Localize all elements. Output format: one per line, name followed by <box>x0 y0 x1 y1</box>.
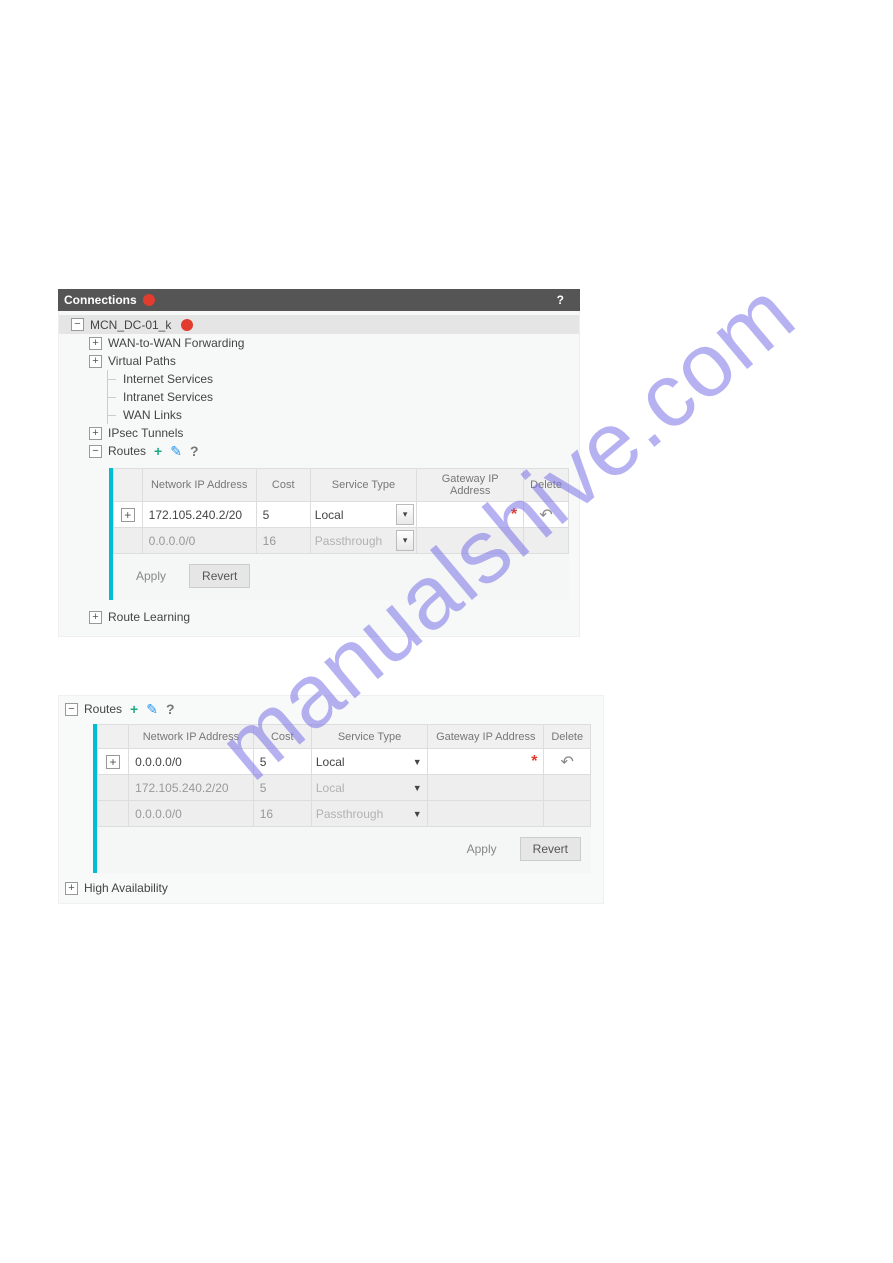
tree-branch-icon <box>107 406 119 424</box>
expand-icon[interactable] <box>89 427 102 440</box>
routes-table-wrap: Network IP Address Cost Service Type Gat… <box>93 724 591 873</box>
tree-item-virtual-paths[interactable]: Virtual Paths <box>59 352 579 370</box>
col-expand <box>98 725 129 749</box>
service-type-select: Local <box>312 775 427 800</box>
col-stype: Service Type <box>311 725 427 749</box>
table-row: Passthrough▼ <box>98 801 591 827</box>
tree-label: Virtual Paths <box>108 354 176 368</box>
required-icon: * <box>511 506 523 524</box>
required-icon: * <box>531 753 543 771</box>
collapse-icon[interactable] <box>89 445 102 458</box>
tree-item-internet-services[interactable]: Internet Services <box>59 370 579 388</box>
site-name: MCN_DC-01_k <box>90 318 171 332</box>
col-cost: Cost <box>256 469 310 502</box>
revert-button[interactable]: Revert <box>189 564 250 588</box>
tree-branch-icon <box>107 370 119 388</box>
tree-body: MCN_DC-01_k WAN-to-WAN Forwarding Virtua… <box>58 311 580 637</box>
col-stype: Service Type <box>310 469 416 502</box>
col-ip: Network IP Address <box>129 725 254 749</box>
button-row: Apply Revert <box>97 827 591 861</box>
site-row[interactable]: MCN_DC-01_k <box>59 315 579 334</box>
help-icon[interactable]: ? <box>190 443 199 459</box>
chevron-down-icon: ▼ <box>411 801 423 826</box>
add-icon[interactable]: + <box>154 443 162 459</box>
expand-icon[interactable] <box>65 882 78 895</box>
tree-item-wan-links[interactable]: WAN Links <box>59 406 579 424</box>
tree-label: WAN Links <box>123 408 182 422</box>
table-row: + Local▾ * ↶ <box>114 502 569 528</box>
pencil-icon[interactable]: ✎ <box>170 443 182 460</box>
tree-item-wan-forwarding[interactable]: WAN-to-WAN Forwarding <box>59 334 579 352</box>
panel-title: Connections <box>64 293 137 307</box>
col-del: Delete <box>524 469 569 502</box>
tree-item-routes[interactable]: Routes + ✎ ? <box>59 442 579 460</box>
chevron-down-icon: ▾ <box>396 530 414 551</box>
cost-input[interactable] <box>254 749 311 774</box>
cost-input[interactable] <box>257 502 310 527</box>
col-gw: Gateway IP Address <box>428 725 544 749</box>
expand-icon[interactable] <box>89 611 102 624</box>
tree-label: WAN-to-WAN Forwarding <box>108 336 244 350</box>
tree-label: Route Learning <box>108 610 190 624</box>
tree-item-high-availability[interactable]: High Availability <box>59 879 603 897</box>
col-cost: Cost <box>253 725 311 749</box>
col-gw: Gateway IP Address <box>417 469 524 502</box>
table-row: Passthrough▾ <box>114 528 569 554</box>
tree-item-routes[interactable]: Routes + ✎ ? <box>59 700 603 718</box>
alert-icon <box>181 319 193 331</box>
routes-table-wrap: Network IP Address Cost Service Type Gat… <box>109 468 569 600</box>
table-row: + Local▼ * ↶ <box>98 749 591 775</box>
add-icon[interactable]: + <box>130 701 138 717</box>
tree-label: Internet Services <box>123 372 213 386</box>
button-row: Apply Revert <box>113 554 569 588</box>
cost-input <box>254 801 311 826</box>
help-icon[interactable]: ? <box>557 293 564 307</box>
ip-input <box>143 528 256 553</box>
expand-icon[interactable] <box>89 355 102 368</box>
routes-table: Network IP Address Cost Service Type Gat… <box>97 724 591 827</box>
tree-label: IPsec Tunnels <box>108 426 183 440</box>
pencil-icon[interactable]: ✎ <box>146 701 158 718</box>
table-row: Local▼ <box>98 775 591 801</box>
expand-icon[interactable] <box>89 337 102 350</box>
tree-label: Routes <box>108 444 146 458</box>
tree-item-ipsec-tunnels[interactable]: IPsec Tunnels <box>59 424 579 442</box>
ip-input[interactable] <box>143 502 256 527</box>
cost-input <box>254 775 311 800</box>
tree-item-route-learning[interactable]: Route Learning <box>59 608 579 626</box>
revert-button[interactable]: Revert <box>520 837 581 861</box>
service-type-select: Passthrough <box>312 801 427 826</box>
panel-header: Connections ? <box>58 289 580 311</box>
revert-icon[interactable]: ↶ <box>524 505 568 525</box>
ip-input[interactable] <box>129 749 253 774</box>
routes-table: Network IP Address Cost Service Type Gat… <box>113 468 569 554</box>
connections-panel: Connections ? MCN_DC-01_k WAN-to-WAN For… <box>58 289 580 637</box>
chevron-down-icon[interactable]: ▼ <box>411 749 423 774</box>
apply-button[interactable]: Apply <box>454 837 510 861</box>
tree-label: Intranet Services <box>123 390 213 404</box>
routes-panel: Routes + ✎ ? Network IP Address Cost Ser… <box>58 695 604 904</box>
revert-icon[interactable]: ↶ <box>544 752 590 772</box>
collapse-icon[interactable] <box>65 703 78 716</box>
cost-input <box>257 528 310 553</box>
tree-label: Routes <box>84 702 122 716</box>
expand-icon[interactable]: + <box>121 508 135 522</box>
col-expand <box>114 469 143 502</box>
col-ip: Network IP Address <box>142 469 256 502</box>
chevron-down-icon[interactable]: ▾ <box>396 504 414 525</box>
ip-input <box>129 775 253 800</box>
tree-label: High Availability <box>84 881 168 895</box>
collapse-icon[interactable] <box>71 318 84 331</box>
service-type-select[interactable]: Local <box>312 749 427 774</box>
tree-branch-icon <box>107 388 119 406</box>
help-icon[interactable]: ? <box>166 701 175 717</box>
ip-input <box>129 801 253 826</box>
expand-icon[interactable]: + <box>106 755 120 769</box>
tree-item-intranet-services[interactable]: Intranet Services <box>59 388 579 406</box>
alert-icon <box>143 294 155 306</box>
chevron-down-icon: ▼ <box>411 775 423 800</box>
col-del: Delete <box>544 725 591 749</box>
apply-button[interactable]: Apply <box>123 564 179 588</box>
